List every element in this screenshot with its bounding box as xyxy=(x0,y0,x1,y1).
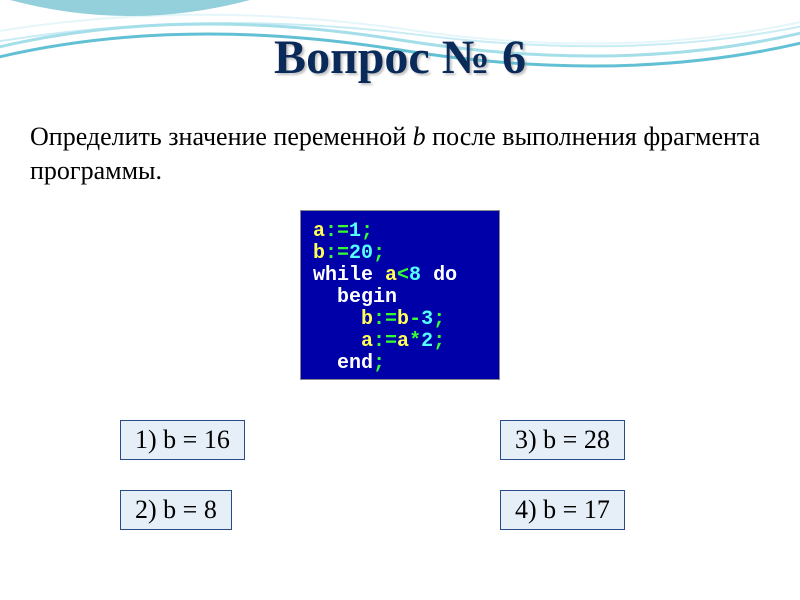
answer-option-3[interactable]: 3) b = 28 xyxy=(500,420,625,460)
answer-option-4[interactable]: 4) b = 17 xyxy=(500,490,625,530)
code-line-6: a:=a*2; xyxy=(313,331,487,353)
question-variable: b xyxy=(413,122,426,151)
answer-option-2[interactable]: 2) b = 8 xyxy=(120,490,232,530)
code-line-3: while a<8 do xyxy=(313,265,487,287)
code-line-1: a:=1; xyxy=(313,221,487,243)
answer-option-1[interactable]: 1) b = 16 xyxy=(120,420,245,460)
code-line-2: b:=20; xyxy=(313,243,487,265)
question-part1: Определить значение переменной xyxy=(30,122,413,151)
code-snippet: a:=1; b:=20; while a<8 do begin b:=b-3; … xyxy=(300,210,500,380)
slide-title: Вопрос № 6 xyxy=(0,30,800,85)
code-line-5: b:=b-3; xyxy=(313,309,487,331)
code-line-4: begin xyxy=(313,287,487,309)
question-text: Определить значение переменной b после в… xyxy=(30,120,770,188)
code-line-7: end; xyxy=(313,353,487,375)
